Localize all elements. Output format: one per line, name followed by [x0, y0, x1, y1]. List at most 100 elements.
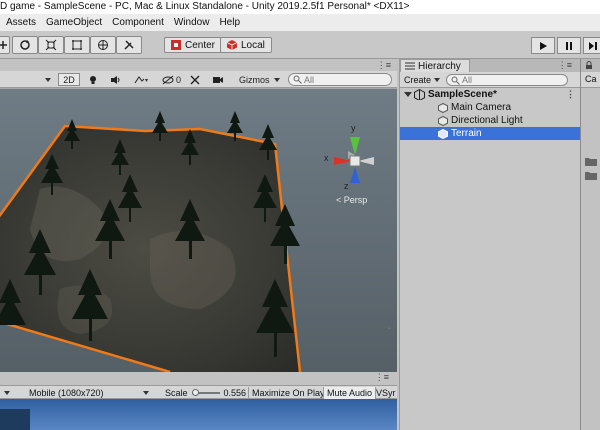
maximize-label: Maximize On Play	[252, 388, 325, 398]
audio-toggle[interactable]	[110, 73, 121, 86]
aspect-label: Mobile (1080x720)	[29, 388, 104, 398]
game-view	[0, 399, 397, 430]
cube-icon	[227, 40, 237, 50]
shading-mode-dropdown[interactable]	[45, 73, 51, 86]
menu-window[interactable]: Window	[174, 17, 210, 28]
window-title: D game - SampleScene - PC, Mac & Linux S…	[0, 0, 600, 14]
tab-hierarchy[interactable]: Hierarchy	[400, 59, 470, 72]
rotate-icon	[20, 40, 30, 50]
game-tab-strip: ⋮≡	[0, 372, 397, 385]
maximize-on-play-toggle[interactable]: Maximize On Play	[248, 387, 325, 399]
vsync-label: VSyr	[376, 388, 396, 398]
tools-toggle[interactable]	[190, 73, 200, 86]
menu-help[interactable]: Help	[219, 17, 240, 28]
list-icon	[405, 62, 415, 70]
scene-search-placeholder: All	[304, 74, 315, 85]
step-icon	[589, 41, 597, 50]
transform-tool-button[interactable]	[90, 36, 116, 54]
game-toolbar: Mobile (1080x720) Scale 0.556 Maximize O…	[0, 385, 397, 399]
project-tab-strip	[581, 59, 600, 72]
scene-root-row[interactable]: SampleScene* ⋮	[400, 88, 581, 101]
effects-dropdown[interactable]	[134, 73, 148, 86]
scale-slider-track[interactable]	[191, 389, 220, 396]
scene-panel: ⋮≡ 2D 0 Gizmos All y x z < Persp ·	[0, 59, 397, 372]
wrench-icon	[124, 40, 134, 50]
corner-dot: ·	[388, 325, 391, 332]
hierarchy-item-main-camera[interactable]: Main Camera	[400, 101, 581, 114]
persp-toggle[interactable]: < Persp	[336, 195, 367, 205]
scene-name: SampleScene*	[428, 89, 497, 100]
z-axis-cone	[350, 167, 360, 183]
menu-component[interactable]: Component	[112, 17, 164, 28]
project-panel: Ca	[580, 59, 600, 430]
chevron-down-icon	[45, 77, 51, 82]
chevron-down-icon	[4, 391, 10, 395]
scale-slider-thumb[interactable]	[191, 389, 199, 396]
aspect-dropdown[interactable]: Mobile (1080x720)	[29, 387, 104, 399]
pivot-toggle[interactable]: Center	[164, 37, 223, 53]
orientation-gizmo[interactable]: y x z < Persp	[322, 123, 392, 213]
create-dropdown[interactable]: Create	[404, 74, 441, 86]
mute-label: Mute Audio	[327, 388, 373, 398]
space-toggle[interactable]: Local	[220, 37, 272, 53]
scene-viewport[interactable]: y x z < Persp ·	[0, 89, 397, 372]
scale-tool-button[interactable]	[38, 36, 64, 54]
lightbulb-icon	[90, 75, 96, 84]
speaker-icon	[111, 75, 120, 84]
hierarchy-item-terrain[interactable]: Terrain	[400, 127, 581, 140]
aspect-chevron[interactable]	[143, 387, 149, 399]
menu-bar: Assets GameObject Component Window Help	[0, 14, 600, 31]
play-button[interactable]	[531, 37, 555, 54]
search-icon	[293, 75, 302, 84]
scale-value: 0.556	[223, 388, 247, 398]
step-button[interactable]	[583, 37, 600, 54]
scale-control[interactable]: Scale 0.556	[165, 387, 246, 399]
unity-scene-icon	[414, 89, 425, 100]
mute-audio-toggle[interactable]: Mute Audio	[323, 387, 377, 399]
create-label: Create	[404, 75, 432, 85]
hierarchy-search-input[interactable]: All	[446, 74, 568, 86]
game-kebab-icon[interactable]: ⋮≡	[375, 372, 389, 383]
gizmos-dropdown[interactable]: Gizmos	[239, 73, 280, 86]
rotate-tool-button[interactable]	[12, 36, 38, 54]
chevron-down-icon	[143, 391, 149, 395]
display-dropdown[interactable]	[4, 387, 10, 399]
hidden-objects-toggle[interactable]: 0	[162, 73, 181, 86]
axis-x-label: x	[324, 153, 329, 163]
move-tool-button[interactable]	[0, 36, 10, 54]
rect-tool-icon	[72, 40, 82, 50]
project-create-label[interactable]: Ca	[585, 74, 597, 84]
axis-y-label: y	[351, 123, 356, 133]
crossed-tools-icon	[190, 75, 200, 84]
menu-gameobject[interactable]: GameObject	[46, 17, 102, 28]
menu-assets[interactable]: Assets	[6, 17, 36, 28]
camera-settings-button[interactable]	[212, 73, 224, 86]
eye-off-icon	[162, 75, 174, 84]
hierarchy-item-directional-light[interactable]: Directional Light	[400, 114, 581, 127]
folder-icon[interactable]	[585, 171, 597, 180]
axis-z-label: z	[344, 181, 349, 191]
game-view-object	[0, 409, 30, 430]
chevron-down-icon	[434, 78, 441, 82]
scene-search-input[interactable]: All	[288, 73, 392, 86]
hierarchy-panel: Hierarchy ⋮≡ Create All SampleScene* ⋮ M…	[399, 59, 581, 430]
pause-button[interactable]	[557, 37, 581, 54]
gameobject-cube-icon	[438, 115, 448, 126]
vsync-toggle[interactable]: VSyr	[376, 387, 396, 399]
kebab-menu-icon[interactable]: ⋮≡	[377, 60, 391, 71]
scene-kebab-icon[interactable]: ⋮	[566, 89, 575, 100]
expand-arrow-icon[interactable]	[404, 91, 412, 99]
folder-icon[interactable]	[585, 157, 597, 166]
rect-tool-button[interactable]	[64, 36, 90, 54]
fx-count: 0	[176, 74, 182, 85]
lighting-toggle[interactable]	[88, 73, 98, 86]
mode-2d-toggle[interactable]: 2D	[58, 73, 80, 86]
space-label: Local	[241, 39, 265, 51]
main-toolbar: Center Local	[0, 31, 600, 59]
hierarchy-item-label: Main Camera	[451, 102, 512, 113]
hierarchy-toolbar: Create All	[400, 72, 581, 88]
custom-tool-button[interactable]	[116, 36, 142, 54]
lock-icon[interactable]	[585, 61, 593, 69]
hierarchy-kebab-icon[interactable]: ⋮≡	[558, 60, 572, 71]
persp-label: Persp	[343, 195, 368, 205]
